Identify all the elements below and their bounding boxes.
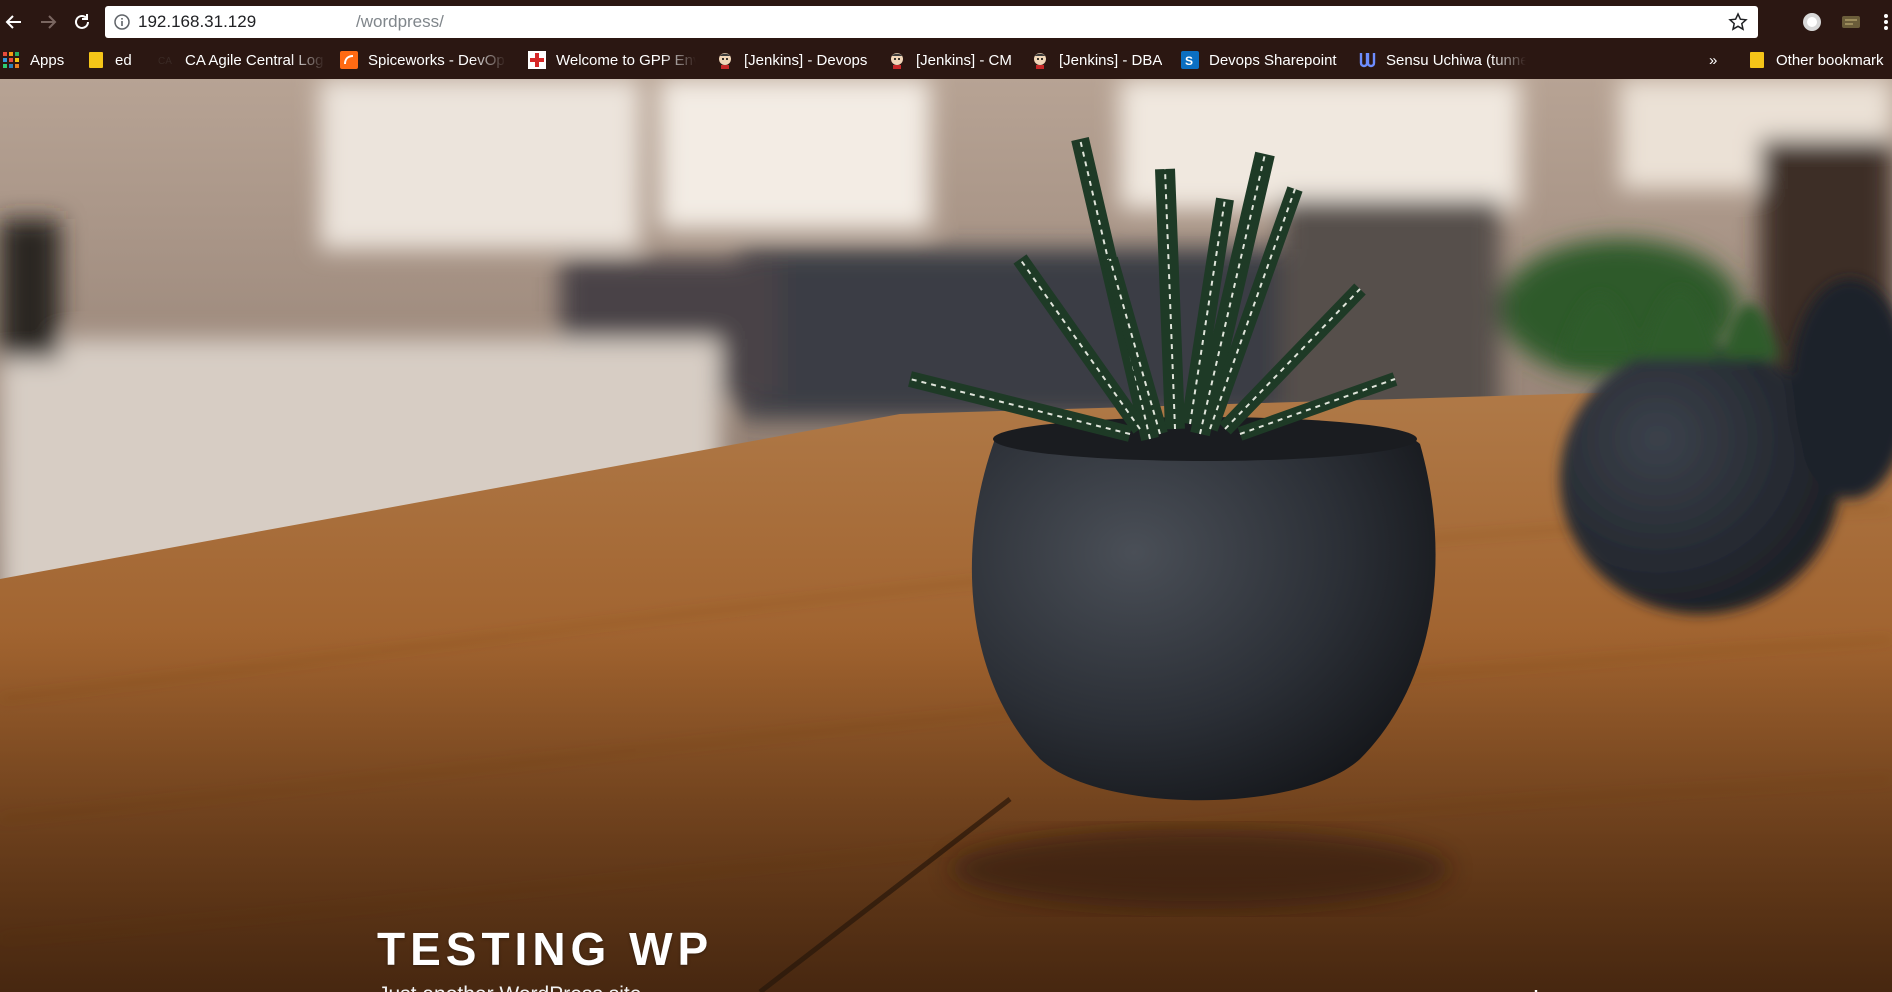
bookmark-label: ed (115, 51, 132, 69)
bookmark-apps[interactable]: Apps (2, 48, 72, 72)
bookmark-label: [Jenkins] - Devops (744, 51, 868, 69)
overflow-chevron-icon: » (1709, 51, 1718, 69)
apps-grid-icon (2, 51, 20, 69)
bookmark-spiceworks[interactable]: Spiceworks - DevOp (340, 48, 512, 72)
bookmark-label: Devops Sharepoint (1209, 51, 1337, 69)
back-button[interactable] (1, 9, 27, 35)
browser-chrome: 192.168.31.129 /wordpress/ Apps ed CA CA… (0, 0, 1892, 79)
arrow-down-icon (1534, 990, 1538, 992)
hero-background-image (0, 79, 1892, 992)
bookmark-sensu[interactable]: Sensu Uchiwa (tunne (1358, 48, 1530, 72)
jenkins-icon (888, 51, 906, 69)
bookmark-label: CA Agile Central Log (185, 51, 324, 69)
bookmark-ca-agile[interactable]: CA CA Agile Central Log (157, 48, 327, 72)
address-bar[interactable]: 192.168.31.129 /wordpress/ (105, 6, 1758, 38)
gpp-cross-icon (528, 51, 546, 69)
sharepoint-icon: S (1181, 51, 1199, 69)
bookmark-label: [Jenkins] - CM (916, 51, 1012, 69)
bookmark-ed[interactable]: ed (87, 48, 147, 72)
bookmarks-overflow-button[interactable]: » (1709, 48, 1723, 72)
site-description: Just another WordPress site (378, 983, 641, 992)
bookmark-gpp[interactable]: Welcome to GPP Env (528, 48, 700, 72)
url-host: 192.168.31.129 (138, 12, 257, 31)
bookmark-label: Welcome to GPP Env (556, 51, 696, 69)
ca-icon: CA (157, 51, 175, 69)
arrow-right-icon (41, 15, 57, 29)
url-path: /wordpress/ (356, 12, 444, 31)
svg-text:CA: CA (158, 56, 172, 67)
reload-button[interactable] (69, 9, 95, 35)
navigation-bar: 192.168.31.129 /wordpress/ (0, 0, 1892, 43)
extension-box-icon[interactable] (1840, 11, 1862, 33)
bookmark-star-icon[interactable] (1728, 12, 1748, 32)
reload-icon (75, 14, 89, 29)
bookmark-sharepoint[interactable]: S Devops Sharepoint (1181, 48, 1351, 72)
bookmark-jenkins-dba[interactable]: [Jenkins] - DBA (1031, 48, 1171, 72)
bookmark-label: Apps (30, 51, 65, 69)
info-icon[interactable] (114, 14, 130, 30)
site-title[interactable]: TESTING WP (377, 922, 713, 976)
extension-circle-icon[interactable] (1801, 11, 1823, 33)
uchiwa-icon (1358, 51, 1376, 69)
other-bookmarks[interactable]: Other bookmark (1748, 48, 1892, 72)
bookmark-label: [Jenkins] - DBA (1059, 51, 1163, 69)
jenkins-icon (716, 51, 734, 69)
hero-header: TESTING WP Just another WordPress site (0, 79, 1892, 992)
bookmarks-bar: Apps ed CA CA Agile Central Log Spicewor… (0, 45, 1892, 75)
bookmark-jenkins-cm[interactable]: [Jenkins] - CM (888, 48, 1018, 72)
scroll-down-button[interactable] (1523, 987, 1549, 992)
folder-icon (87, 51, 105, 69)
bookmark-label: Spiceworks - DevOp (368, 51, 505, 69)
bookmark-label: Other bookmark (1776, 51, 1884, 69)
menu-dots-icon[interactable] (1880, 11, 1892, 33)
forward-button[interactable] (35, 9, 61, 35)
bookmark-label: Sensu Uchiwa (tunne (1386, 51, 1526, 69)
bookmark-jenkins-devops[interactable]: [Jenkins] - Devops (716, 48, 876, 72)
arrow-left-icon (5, 15, 21, 29)
folder-icon (1748, 51, 1766, 69)
svg-text:S: S (1185, 54, 1193, 68)
spiceworks-icon (340, 51, 358, 69)
jenkins-icon (1031, 51, 1049, 69)
